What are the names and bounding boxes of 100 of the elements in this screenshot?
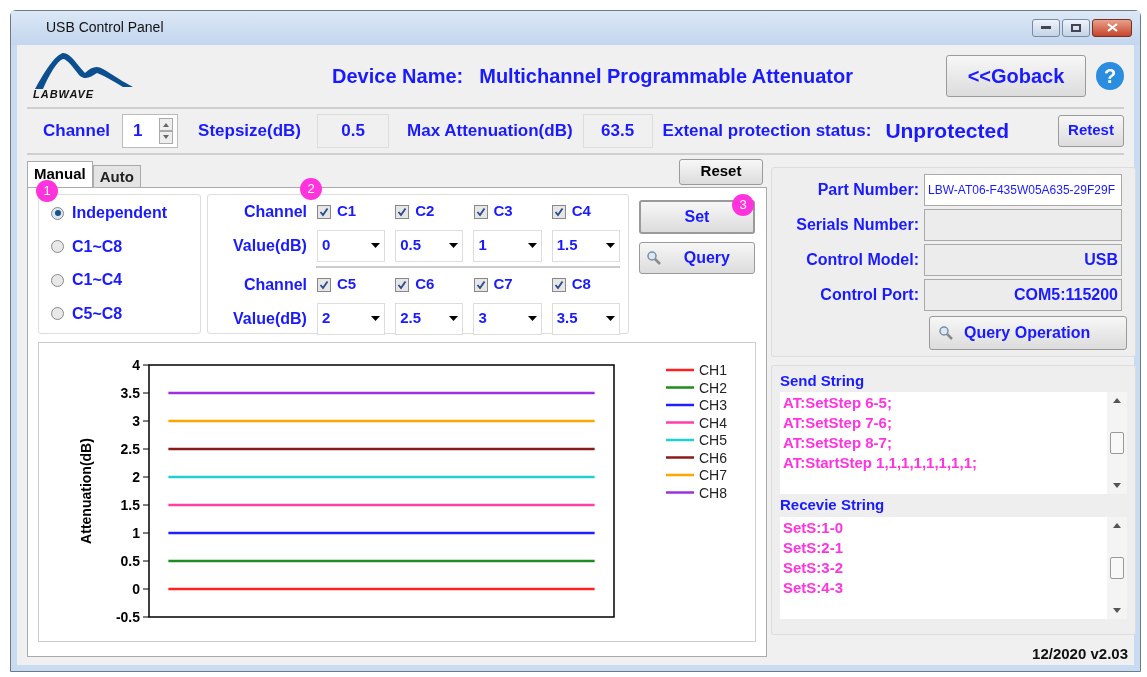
channel-checkbox[interactable]	[551, 204, 566, 219]
legend-label: CH5	[699, 431, 727, 448]
mode-radio[interactable]: Independent	[51, 201, 200, 226]
tab[interactable]: Auto	[92, 164, 141, 187]
device-name-label: Device Name:	[332, 63, 464, 89]
legend-swatch	[666, 420, 694, 424]
value-label: Value(dB)	[232, 308, 307, 329]
legend-label: CH6	[699, 449, 727, 465]
help-icon[interactable]: ?	[1096, 61, 1124, 90]
legend-label: CH2	[699, 379, 727, 395]
legend-swatch	[666, 368, 694, 371]
legend-swatch	[666, 490, 694, 494]
spinner-arrows-icon	[159, 117, 174, 144]
scrollbar[interactable]	[1107, 392, 1127, 494]
value-label: Value(dB)	[232, 235, 307, 256]
checkbox-label: C7	[493, 274, 513, 295]
y-tick-label: 0.5	[120, 552, 140, 569]
window-title: USB Control Panel	[46, 18, 164, 38]
legend-label: CH3	[699, 396, 727, 413]
y-tick-label: 2.5	[120, 440, 140, 457]
scroll-up-icon[interactable]	[1113, 522, 1121, 528]
channel-label: Channel	[242, 274, 307, 295]
caret-icon	[449, 243, 459, 248]
caret-icon	[449, 316, 459, 321]
value-dropdown[interactable]: 1.5	[551, 229, 620, 262]
scroll-down-icon[interactable]	[1113, 607, 1121, 613]
scroll-down-icon[interactable]	[1113, 483, 1121, 488]
field-label: Control Model:	[805, 249, 920, 270]
scroll-thumb[interactable]	[1110, 432, 1124, 454]
y-tick-label: 2	[132, 468, 140, 485]
field-label: Part Number:	[816, 179, 920, 200]
legend-label: CH4	[699, 414, 727, 430]
field-label: Control Port:	[819, 284, 920, 305]
y-tick-label: 4	[132, 356, 140, 373]
tab[interactable]: Manual	[27, 160, 93, 187]
log-title: Send String	[780, 370, 866, 391]
stepsize-label: Stepsize(dB)	[198, 119, 302, 142]
y-tick-label: -0.5	[115, 608, 140, 625]
value-dropdown[interactable]: 2.5	[395, 302, 464, 335]
checkbox-label: C5	[337, 274, 357, 295]
log-line: AT:SetStep 7-6;	[783, 413, 893, 433]
field-value: USB	[1084, 249, 1118, 270]
search-icon	[938, 324, 954, 341]
legend-label: CH8	[699, 484, 727, 500]
channel-label: Channel	[242, 201, 307, 222]
value-dropdown[interactable]: 0	[316, 229, 386, 262]
mode-radio[interactable]: C5~C8	[51, 301, 200, 326]
close-icon	[1106, 23, 1118, 33]
value-dropdown[interactable]: 3.5	[551, 302, 620, 335]
close-button[interactable]	[1092, 18, 1132, 37]
legend-swatch	[666, 473, 694, 476]
y-tick-label: 1.5	[120, 496, 140, 513]
query-button[interactable]: Query	[639, 241, 755, 274]
channel-checkbox[interactable]	[317, 204, 331, 219]
checkbox-label: C2	[415, 201, 435, 222]
channel-checkbox[interactable]	[473, 204, 488, 219]
value-dropdown[interactable]: 2	[316, 302, 386, 335]
channel-checkbox[interactable]	[317, 277, 331, 292]
value-dropdown[interactable]: 0.5	[395, 229, 464, 262]
goback-button[interactable]: <<Goback	[946, 54, 1086, 97]
checkbox-label: C6	[415, 274, 435, 295]
protection-status-value: Unprotected	[885, 117, 1010, 144]
minimize-button[interactable]	[1032, 18, 1060, 37]
log-line: SetS:1-0	[783, 517, 845, 538]
log-title: Recevie String	[780, 495, 886, 515]
log-line: AT:SetStep 8-7;	[783, 433, 893, 453]
checkbox-label: C1	[337, 201, 357, 222]
checkbox-label: C8	[571, 274, 591, 295]
scrollbar[interactable]	[1107, 516, 1127, 619]
field-value: COM5:115200	[1013, 284, 1118, 305]
retest-button[interactable]: Retest	[1058, 114, 1124, 147]
legend-swatch	[666, 438, 694, 441]
value-dropdown[interactable]: 1	[473, 229, 542, 262]
channel-checkbox[interactable]	[551, 277, 566, 292]
channel-label: Channel	[43, 119, 111, 142]
log-line: AT:StartStep 1,1,1,1,1,1,1,1;	[783, 453, 978, 473]
protection-status-label: Extenal protection status:	[662, 119, 872, 142]
checkbox-label: C4	[571, 201, 591, 222]
legend-label: CH7	[699, 466, 727, 483]
channel-spinner[interactable]: 1	[122, 113, 179, 148]
caret-icon	[371, 316, 381, 321]
scroll-up-icon[interactable]	[1113, 398, 1121, 403]
channel-checkbox[interactable]	[395, 277, 410, 292]
caret-icon	[527, 243, 537, 248]
scroll-thumb[interactable]	[1110, 556, 1124, 579]
max-attenuation-value: 63.5	[582, 113, 653, 148]
value-dropdown[interactable]: 3	[473, 302, 542, 335]
max-attenuation-label: Max Attenuation(dB)	[407, 119, 573, 142]
mountain-icon	[33, 51, 133, 89]
maximize-button[interactable]	[1062, 18, 1090, 37]
mode-radio[interactable]: C1~C8	[51, 234, 200, 259]
query-operation-button[interactable]: Query Operation	[929, 315, 1127, 350]
reset-button[interactable]: Reset	[679, 158, 763, 185]
stepsize-value: 0.5	[317, 113, 390, 148]
mode-radio[interactable]: C1~C4	[51, 268, 200, 293]
channel-checkbox[interactable]	[473, 277, 488, 292]
y-tick-label: 3	[132, 412, 140, 429]
caret-icon	[606, 243, 615, 248]
y-tick-label: 3.5	[120, 384, 140, 401]
channel-checkbox[interactable]	[395, 204, 410, 219]
